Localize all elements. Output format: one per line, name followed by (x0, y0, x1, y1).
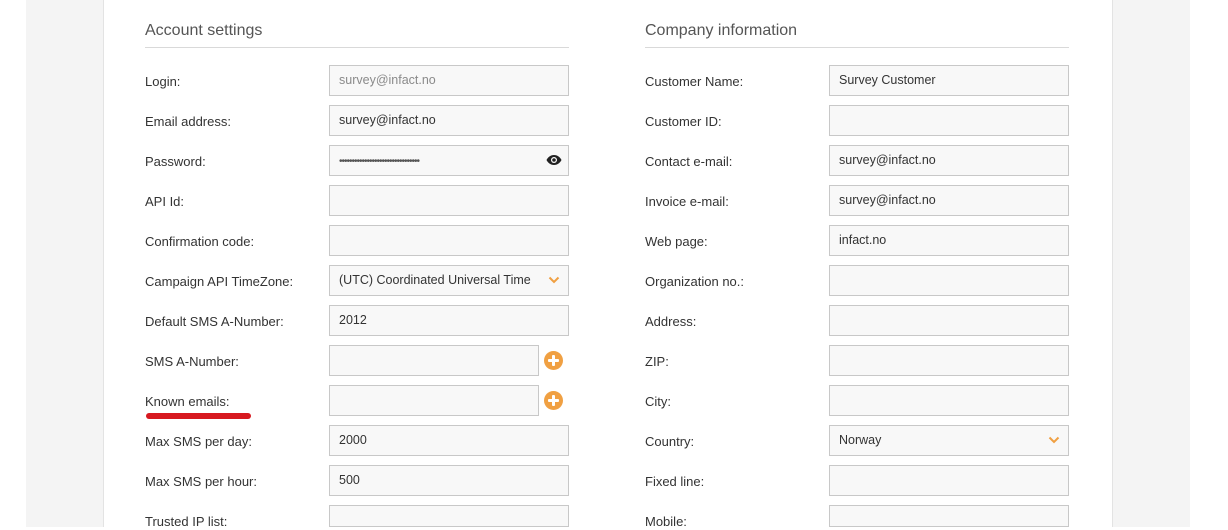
default-sms-a-number-label: Default SMS A-Number: (145, 314, 284, 329)
password-label: Password: (145, 154, 206, 169)
max-sms-per-hour-label: Max SMS per hour: (145, 474, 257, 489)
mobile-label: Mobile: (645, 514, 687, 529)
known-emails-field[interactable] (329, 385, 539, 416)
email-address-label: Email address: (145, 114, 231, 129)
company-information-title: Company information (645, 22, 1069, 48)
account-settings-title: Account settings (145, 22, 569, 48)
chevron-down-icon (1048, 436, 1060, 444)
invoice-email-label: Invoice e-mail: (645, 194, 729, 209)
default-sms-a-number-field[interactable]: 2012 (329, 305, 569, 336)
login-label: Login: (145, 74, 181, 89)
chevron-down-icon (548, 276, 560, 284)
country-label: Country: (645, 434, 695, 449)
max-sms-per-day-field[interactable]: 2000 (329, 425, 569, 456)
organization-no-field[interactable] (829, 265, 1069, 296)
trusted-ip-list-field[interactable] (329, 505, 569, 527)
customer-id-label: Customer ID: (645, 114, 722, 129)
add-sms-a-number-icon[interactable] (544, 351, 563, 370)
zip-field[interactable] (829, 345, 1069, 376)
city-field[interactable] (829, 385, 1069, 416)
web-page-field[interactable]: infact.no (829, 225, 1069, 256)
api-id-field[interactable] (329, 185, 569, 216)
fixed-line-label: Fixed line: (645, 474, 705, 489)
max-sms-per-day-label: Max SMS per day: (145, 434, 252, 449)
sms-a-number-field[interactable] (329, 345, 539, 376)
known-emails-label: Known emails: (145, 394, 230, 409)
country-select[interactable]: Norway (829, 425, 1069, 456)
web-page-label: Web page: (645, 234, 708, 249)
campaign-timezone-select[interactable]: (UTC) Coordinated Universal Time (329, 265, 569, 296)
customer-name-label: Customer Name: (645, 74, 744, 89)
address-label: Address: (645, 314, 697, 329)
mobile-field[interactable] (829, 505, 1069, 527)
login-field[interactable]: survey@infact.no (329, 65, 569, 96)
fixed-line-field[interactable] (829, 465, 1069, 496)
trusted-ip-list-label: Trusted IP list: (145, 514, 228, 529)
campaign-timezone-label: Campaign API TimeZone: (145, 274, 294, 289)
address-field[interactable] (829, 305, 1069, 336)
zip-label: ZIP: (645, 354, 669, 369)
organization-no-label: Organization no.: (645, 274, 745, 289)
customer-name-field[interactable]: Survey Customer (829, 65, 1069, 96)
confirmation-code-field[interactable] (329, 225, 569, 256)
sms-a-number-label: SMS A-Number: (145, 354, 239, 369)
eye-icon[interactable] (546, 154, 562, 166)
api-id-label: API Id: (145, 194, 185, 209)
add-known-email-icon[interactable] (544, 391, 563, 410)
customer-id-field[interactable] (829, 105, 1069, 136)
email-address-field[interactable]: survey@infact.no (329, 105, 569, 136)
contact-email-field[interactable]: survey@infact.no (829, 145, 1069, 176)
city-label: City: (645, 394, 671, 409)
contact-email-label: Contact e-mail: (645, 154, 733, 169)
max-sms-per-hour-field[interactable]: 500 (329, 465, 569, 496)
invoice-email-field[interactable]: survey@infact.no (829, 185, 1069, 216)
annotation-underline (146, 413, 251, 419)
password-field[interactable]: •••••••••••••••••••••••••••••••• (329, 145, 569, 176)
confirmation-code-label: Confirmation code: (145, 234, 255, 249)
